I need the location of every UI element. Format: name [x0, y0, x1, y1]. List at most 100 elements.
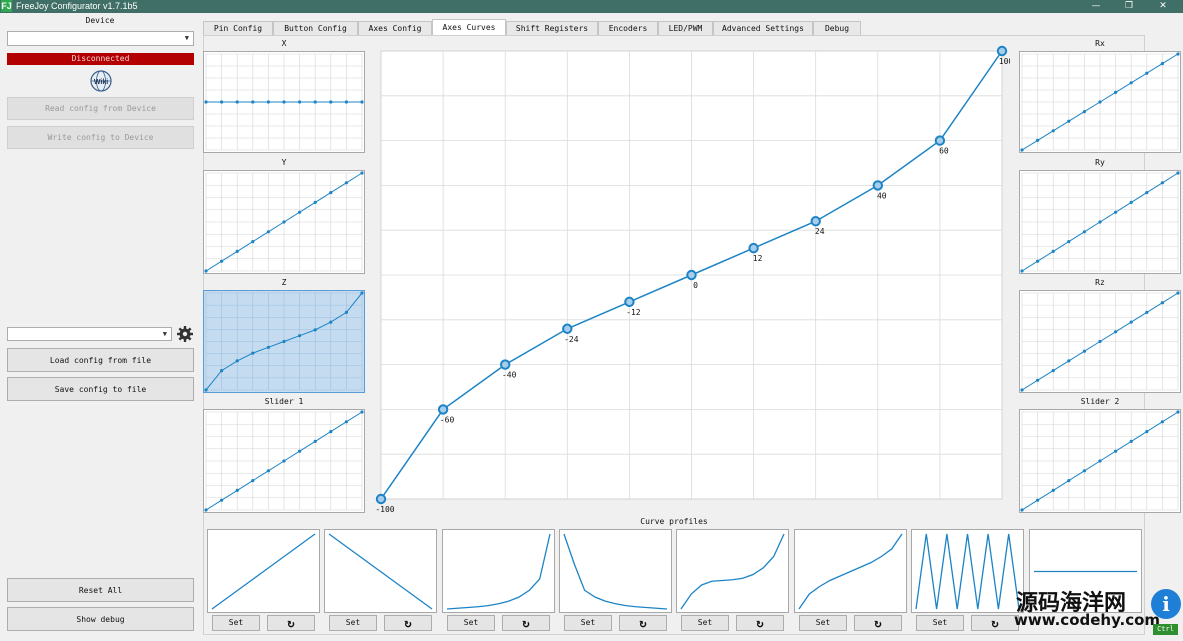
curve-handle[interactable]	[437, 404, 449, 415]
show-debug-button[interactable]: Show debug	[7, 607, 194, 631]
curve-point	[329, 100, 333, 104]
curve-point	[1176, 410, 1180, 414]
tab-shift-registers[interactable]: Shift Registers	[506, 21, 598, 35]
curve-handle[interactable]	[562, 323, 573, 334]
load-config-button[interactable]: Load config from file	[7, 348, 194, 372]
device-select[interactable]: ▼	[7, 31, 194, 46]
curve-point	[1114, 330, 1118, 334]
axis-curve-slider2[interactable]	[1019, 409, 1181, 513]
profile-reset-icon[interactable]: ↻	[384, 615, 432, 631]
curve-handle[interactable]	[748, 242, 759, 254]
curve-profile-preview[interactable]	[911, 529, 1024, 613]
curve-point	[1098, 459, 1102, 463]
gear-icon[interactable]	[176, 325, 194, 343]
close-button[interactable]: ✕	[1152, 0, 1174, 13]
curve-point	[251, 240, 255, 244]
axis-label-rz: Rz	[1095, 278, 1105, 287]
tab-advanced-settings[interactable]: Advanced Settings	[713, 21, 813, 35]
axis-curve-slider1[interactable]	[203, 409, 365, 513]
info-icon[interactable]: i	[1151, 589, 1181, 619]
curve-point	[220, 100, 224, 104]
curve-point	[1036, 498, 1040, 502]
curve-handle[interactable]	[934, 135, 946, 146]
curve-profile-preview[interactable]	[559, 529, 672, 613]
restore-button[interactable]: ❐	[1118, 0, 1140, 13]
curve-point	[1098, 220, 1102, 224]
tab-led-pwm[interactable]: LED/PWM	[658, 21, 713, 35]
chevron-down-icon: ▼	[162, 330, 167, 338]
profile-set-button[interactable]: Set	[564, 615, 612, 631]
reset-all-button[interactable]: Reset All	[7, 578, 194, 602]
read-config-button[interactable]: Read config from Device	[7, 97, 194, 120]
app-icon: FJ	[1, 0, 12, 12]
profile-reset-icon[interactable]: ↻	[267, 615, 315, 631]
curve-handle[interactable]	[872, 180, 883, 191]
curve-point	[298, 210, 302, 214]
tab-encoders[interactable]: Encoders	[598, 21, 658, 35]
curve-point	[1051, 249, 1055, 253]
curve-profile-preview[interactable]	[207, 529, 320, 613]
tab-axes-config[interactable]: Axes Config	[358, 21, 432, 35]
profile-set-button[interactable]: Set	[447, 615, 495, 631]
curve-point	[329, 320, 333, 324]
curve-profile-preview[interactable]	[794, 529, 907, 613]
curve-point	[204, 100, 208, 104]
chevron-down-icon: ▼	[184, 34, 189, 42]
curve-point	[266, 100, 270, 104]
profile-reset-icon[interactable]: ↻	[971, 615, 1019, 631]
axis-curve-ry[interactable]	[1019, 170, 1181, 274]
profile-set-button[interactable]: Set	[799, 615, 847, 631]
axis-curve-y[interactable]	[203, 170, 365, 274]
curve-point	[1129, 439, 1133, 443]
main-curve-editor[interactable]: -100 -60 -40 -24 -12 0 12 24 40 60 100	[370, 40, 1010, 520]
tab-axes-curves[interactable]: Axes Curves	[432, 19, 506, 36]
axis-curve-x[interactable]	[203, 51, 365, 153]
curve-profile-preview[interactable]	[676, 529, 789, 613]
axis-curve-z[interactable]	[203, 290, 365, 393]
curve-point	[1067, 119, 1071, 123]
curve-point	[1129, 200, 1133, 204]
axis-label-slider2: Slider 2	[1080, 397, 1120, 406]
axis-label-x: X	[281, 39, 287, 48]
profile-background	[442, 529, 555, 613]
curve-point	[1160, 62, 1164, 66]
curve-handle[interactable]	[624, 296, 635, 308]
profile-set-button[interactable]: Set	[916, 615, 964, 631]
curve-point	[313, 439, 317, 443]
tab-debug[interactable]: Debug	[813, 21, 861, 35]
profile-set-button[interactable]: Set	[212, 615, 260, 631]
curve-point	[1036, 259, 1040, 263]
profile-reset-icon[interactable]: ↻	[736, 615, 784, 631]
config-select[interactable]: ▼	[7, 327, 172, 341]
curve-point-label: 12	[753, 254, 763, 263]
tab-pin-config[interactable]: Pin Config	[203, 21, 273, 35]
curve-point	[204, 508, 208, 512]
write-config-button[interactable]: Write config to Device	[7, 126, 194, 149]
curve-point	[1176, 291, 1180, 295]
curve-point	[1067, 479, 1071, 483]
profile-reset-icon[interactable]: ↻	[619, 615, 667, 631]
curve-handle[interactable]	[500, 359, 511, 370]
curve-handle[interactable]	[375, 493, 387, 505]
profile-reset-icon[interactable]: ↻	[854, 615, 902, 631]
curve-handle[interactable]	[996, 45, 1008, 57]
curve-point-label: 24	[815, 227, 825, 236]
tab-button-config[interactable]: Button Config	[273, 21, 358, 35]
curve-point-label: -12	[626, 308, 641, 317]
axis-curve-rx[interactable]	[1019, 51, 1181, 153]
curve-point	[235, 100, 239, 104]
curve-profile-preview[interactable]	[324, 529, 437, 613]
profile-set-button[interactable]: Set	[681, 615, 729, 631]
curve-profile-preview[interactable]	[442, 529, 555, 613]
save-config-button[interactable]: Save config to file	[7, 377, 194, 401]
axis-curve-rz[interactable]	[1019, 290, 1181, 393]
profile-set-button[interactable]: Set	[329, 615, 377, 631]
curve-handle[interactable]	[686, 269, 697, 281]
curve-point	[1067, 359, 1071, 363]
curve-handle[interactable]	[810, 216, 821, 227]
curve-point-label: -100	[375, 505, 394, 514]
window-title: FreeJoy Configurator v1.7.1b5	[16, 1, 138, 11]
wiki-icon[interactable]: Wiki	[90, 70, 112, 92]
minimize-button[interactable]: —	[1085, 0, 1107, 13]
profile-reset-icon[interactable]: ↻	[502, 615, 550, 631]
